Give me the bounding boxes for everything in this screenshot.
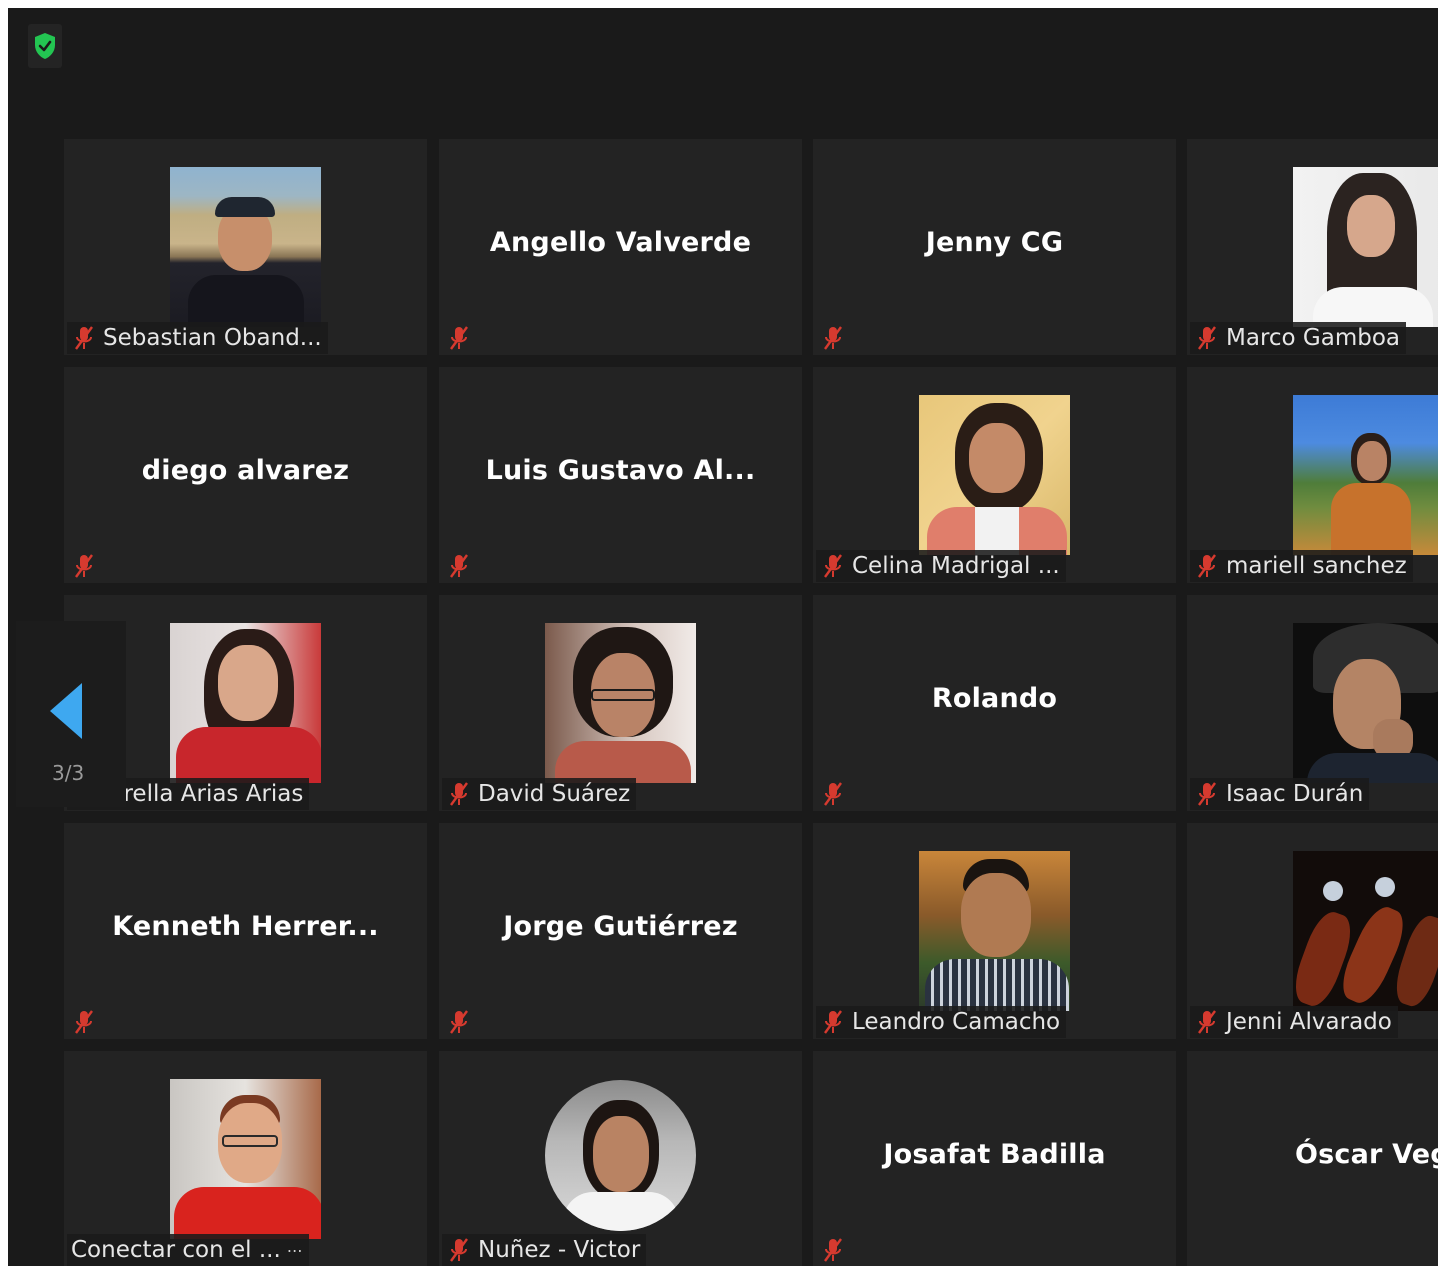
- participant-display-name: Kenneth Herrer...: [112, 911, 379, 942]
- participant-name-label: David Suárez: [442, 778, 637, 810]
- muted-microphone-icon: [75, 1010, 93, 1034]
- participant-video: [545, 1080, 696, 1231]
- participant-tile[interactable]: Kenneth Herrer...: [64, 823, 427, 1039]
- participant-display-name: diego alvarez: [141, 455, 350, 486]
- participant-tile[interactable]: Rolando: [813, 595, 1176, 811]
- participant-tile[interactable]: Óscar Vega: [1187, 1051, 1438, 1266]
- participant-name-label: Celina Madrigal ...: [816, 550, 1066, 582]
- participant-name-label: [816, 1234, 852, 1266]
- participant-tile[interactable]: Luis Gustavo Al...: [439, 367, 802, 583]
- participant-tile[interactable]: Celina Madrigal ...: [813, 367, 1176, 583]
- participant-name: Marco Gamboa: [1226, 325, 1401, 351]
- muted-microphone-icon: [1198, 1010, 1216, 1034]
- muted-microphone-icon: [824, 1238, 842, 1262]
- muted-microphone-icon: [824, 554, 842, 578]
- participant-grid: Sebastian Oband... Angello Valverde Jenn…: [64, 139, 1438, 1266]
- muted-microphone-icon: [1198, 782, 1216, 806]
- participant-video: [1293, 167, 1438, 327]
- participant-tile[interactable]: Conectar con el ... ⋯: [64, 1051, 427, 1266]
- participant-tile[interactable]: Angello Valverde: [439, 139, 802, 355]
- participant-tile[interactable]: Isaac Durán: [1187, 595, 1438, 811]
- participant-video: [545, 623, 696, 783]
- participant-name: David Suárez: [478, 781, 631, 807]
- participant-display-name: Josafat Badilla: [883, 1139, 1106, 1170]
- participant-video: [170, 623, 321, 783]
- participant-name: Isaac Durán: [1226, 781, 1364, 807]
- participant-tile[interactable]: Marco Gamboa: [1187, 139, 1438, 355]
- participant-display-name: Óscar Vega: [1295, 1139, 1438, 1170]
- participant-name-label: [442, 550, 478, 582]
- participant-video: [1293, 623, 1438, 783]
- participant-display-name: Jenny CG: [925, 227, 1064, 258]
- participant-tile[interactable]: Leandro Camacho: [813, 823, 1176, 1039]
- participant-name-label: Conectar con el ... ⋯: [67, 1234, 309, 1266]
- participant-name-label: [816, 778, 852, 810]
- participant-video: [1293, 395, 1438, 555]
- muted-microphone-icon: [450, 1238, 468, 1262]
- participant-name-label: Sebastian Oband...: [67, 322, 328, 354]
- participant-name-label: Leandro Camacho: [816, 1006, 1067, 1038]
- participant-name: Conectar con el ...: [71, 1237, 281, 1263]
- page-indicator: 3/3: [52, 761, 85, 785]
- participant-display-name: Jorge Gutiérrez: [503, 911, 738, 942]
- participant-video: [170, 1079, 321, 1239]
- meeting-window: Sebastian Oband... Angello Valverde Jenn…: [8, 8, 1438, 1266]
- participant-tile[interactable]: Jorge Gutiérrez: [439, 823, 802, 1039]
- previous-page-arrow-icon[interactable]: [50, 683, 82, 739]
- participant-name: Sebastian Oband...: [103, 325, 322, 351]
- participant-name: Jenni Alvarado: [1226, 1009, 1392, 1035]
- participant-name: mariell sanchez: [1226, 553, 1407, 579]
- participant-name-label: [67, 1006, 103, 1038]
- participant-tile[interactable]: Jenni Alvarado: [1187, 823, 1438, 1039]
- participant-name-label: Nuñez - Victor: [442, 1234, 647, 1266]
- participant-name: Nuñez - Victor: [478, 1237, 641, 1263]
- muted-microphone-icon: [75, 326, 93, 350]
- participant-tile[interactable]: diego alvarez: [64, 367, 427, 583]
- muted-microphone-icon: [450, 1010, 468, 1034]
- muted-microphone-icon: [450, 326, 468, 350]
- participant-name: Leandro Camacho: [852, 1009, 1061, 1035]
- participant-tile[interactable]: mariell sanchez: [1187, 367, 1438, 583]
- muted-microphone-icon: [450, 554, 468, 578]
- pagination-panel: 3/3: [16, 621, 126, 807]
- participant-name-label: mariell sanchez: [1190, 550, 1413, 582]
- participant-tile[interactable]: Jenny CG: [813, 139, 1176, 355]
- participant-video: [170, 167, 321, 327]
- participant-display-name: Luis Gustavo Al...: [485, 455, 756, 486]
- participant-video: [1293, 851, 1438, 1011]
- participant-name: iorella Arias Arias: [103, 781, 304, 807]
- muted-microphone-icon: [824, 1010, 842, 1034]
- participant-name-label: Marco Gamboa: [1190, 322, 1407, 354]
- participant-name-label: [442, 1006, 478, 1038]
- muted-microphone-icon: [824, 782, 842, 806]
- participant-name-label: Jenni Alvarado: [1190, 1006, 1398, 1038]
- connecting-dots-icon: ⋯: [286, 1240, 303, 1260]
- security-shield-icon[interactable]: [28, 24, 62, 68]
- muted-microphone-icon: [824, 326, 842, 350]
- participant-tile[interactable]: Sebastian Oband...: [64, 139, 427, 355]
- participant-display-name: Rolando: [931, 683, 1058, 714]
- participant-name: Celina Madrigal ...: [852, 553, 1060, 579]
- participant-name-label: [67, 550, 103, 582]
- muted-microphone-icon: [1198, 326, 1216, 350]
- participant-display-name: Angello Valverde: [489, 227, 752, 258]
- participant-video: [919, 395, 1070, 555]
- muted-microphone-icon: [75, 554, 93, 578]
- participant-video: [919, 851, 1070, 1011]
- participant-tile[interactable]: Nuñez - Victor: [439, 1051, 802, 1266]
- participant-tile[interactable]: David Suárez: [439, 595, 802, 811]
- muted-microphone-icon: [450, 782, 468, 806]
- participant-tile[interactable]: Josafat Badilla: [813, 1051, 1176, 1266]
- muted-microphone-icon: [1198, 554, 1216, 578]
- participant-name-label: [816, 322, 852, 354]
- participant-name-label: Isaac Durán: [1190, 778, 1370, 810]
- participant-name-label: [442, 322, 478, 354]
